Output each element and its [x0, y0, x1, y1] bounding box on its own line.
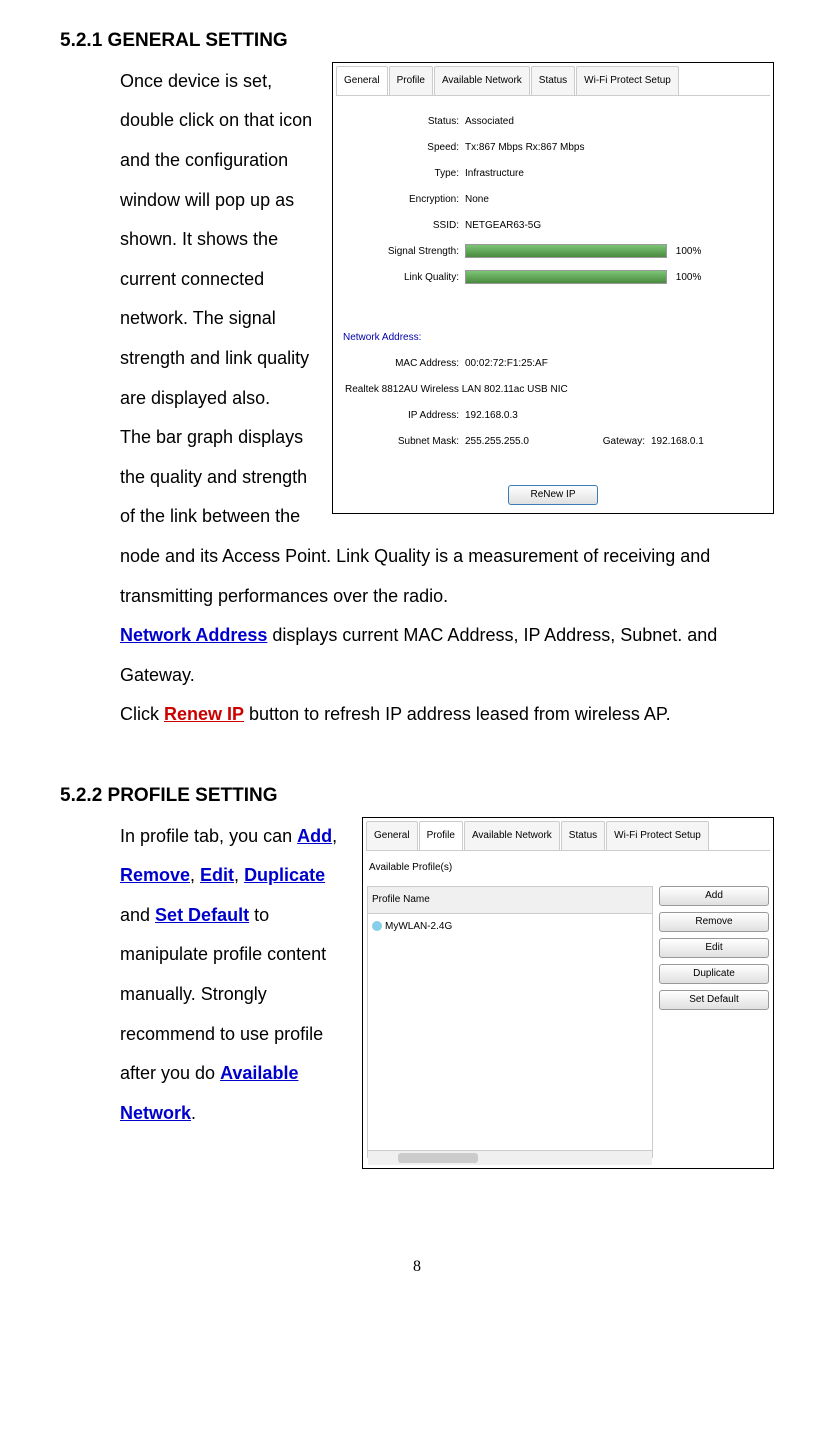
status-value: Associated: [465, 111, 767, 133]
tab2-general[interactable]: General: [366, 821, 418, 850]
profile-item-label: MyWLAN-2.4G: [385, 921, 452, 932]
duplicate-keyword: Duplicate: [244, 865, 325, 885]
mac-value: 00:02:72:F1:25:AF: [465, 353, 767, 375]
ip-label: IP Address:: [339, 405, 465, 427]
adapter-label: Realtek 8812AU Wireless LAN 802.11ac USB…: [345, 379, 568, 401]
section1-para3a: Click: [120, 704, 164, 724]
profile-list-item[interactable]: MyWLAN-2.4G: [368, 914, 652, 940]
comma2: ,: [190, 865, 200, 885]
section1-para3b: button to refresh IP address leased from…: [244, 704, 671, 724]
tab2-available-network[interactable]: Available Network: [464, 821, 560, 850]
tab2-wifi-protect[interactable]: Wi-Fi Protect Setup: [606, 821, 709, 850]
section1-para3: Click Renew IP button to refresh IP addr…: [120, 695, 774, 735]
network-address-keyword: Network Address: [120, 625, 267, 645]
tab-wifi-protect[interactable]: Wi-Fi Protect Setup: [576, 66, 679, 95]
comma1: ,: [332, 826, 337, 846]
section2-para-a: In profile tab, you can: [120, 826, 297, 846]
speed-value: Tx:867 Mbps Rx:867 Mbps: [465, 137, 767, 159]
remove-keyword: Remove: [120, 865, 190, 885]
type-value: Infrastructure: [465, 163, 767, 185]
set-default-keyword: Set Default: [155, 905, 249, 925]
tab2-profile[interactable]: Profile: [419, 821, 463, 850]
config-tabs-2: General Profile Available Network Status…: [366, 821, 770, 851]
renew-ip-button[interactable]: ReNew IP: [508, 485, 598, 505]
link-quality-bar: [465, 270, 667, 284]
edit-keyword: Edit: [200, 865, 234, 885]
remove-button[interactable]: Remove: [659, 912, 769, 932]
mac-label: MAC Address:: [339, 353, 465, 375]
signal-strength-bar: [465, 244, 667, 258]
comma3: ,: [234, 865, 244, 885]
tab2-status[interactable]: Status: [561, 821, 605, 850]
network-address-section-label: Network Address:: [339, 321, 767, 351]
add-keyword: Add: [297, 826, 332, 846]
profile-tab-screenshot: General Profile Available Network Status…: [362, 817, 774, 1169]
duplicate-button[interactable]: Duplicate: [659, 964, 769, 984]
section-522-heading: 5.2.2 PROFILE SETTING: [60, 775, 774, 817]
link-quality-percent: 100%: [676, 272, 702, 283]
config-tabs: General Profile Available Network Status…: [336, 66, 770, 96]
gateway-label: Gateway:: [565, 431, 651, 453]
profile-list-header: Profile Name: [368, 887, 652, 914]
link-quality-label: Link Quality:: [339, 267, 465, 289]
section1-para1a: Once device is set, double click on that…: [120, 71, 312, 408]
section-521-heading: 5.2.1 GENERAL SETTING: [60, 20, 774, 62]
available-profiles-label: Available Profile(s): [363, 854, 773, 882]
tab-profile[interactable]: Profile: [389, 66, 433, 95]
general-tab-screenshot: General Profile Available Network Status…: [332, 62, 774, 514]
tab-available-network[interactable]: Available Network: [434, 66, 530, 95]
tab-general[interactable]: General: [336, 66, 388, 95]
ssid-value: NETGEAR63-5G: [465, 215, 767, 237]
speed-label: Speed:: [339, 137, 465, 159]
wifi-profile-icon: [372, 921, 382, 931]
type-label: Type:: [339, 163, 465, 185]
section1-para2: Network Address displays current MAC Add…: [120, 616, 774, 695]
edit-button[interactable]: Edit: [659, 938, 769, 958]
scroll-thumb[interactable]: [398, 1153, 478, 1163]
and-word: and: [120, 905, 155, 925]
profile-list[interactable]: Profile Name MyWLAN-2.4G: [367, 886, 653, 1158]
subnet-label: Subnet Mask:: [339, 431, 465, 453]
add-button[interactable]: Add: [659, 886, 769, 906]
horizontal-scrollbar[interactable]: [368, 1150, 652, 1165]
renew-ip-keyword: Renew IP: [164, 704, 244, 724]
encryption-value: None: [465, 189, 767, 211]
signal-strength-percent: 100%: [676, 246, 702, 257]
signal-strength-label: Signal Strength:: [339, 241, 465, 263]
tab-status[interactable]: Status: [531, 66, 575, 95]
gateway-value: 192.168.0.1: [651, 431, 704, 453]
encryption-label: Encryption:: [339, 189, 465, 211]
set-default-button[interactable]: Set Default: [659, 990, 769, 1010]
period: .: [191, 1103, 196, 1123]
status-label: Status:: [339, 111, 465, 133]
ip-value: 192.168.0.3: [465, 405, 767, 427]
subnet-value: 255.255.255.0: [465, 431, 565, 453]
page-number: 8: [60, 1249, 774, 1284]
ssid-label: SSID:: [339, 215, 465, 237]
section2-para-b: to manipulate profile content manually. …: [120, 905, 326, 1083]
